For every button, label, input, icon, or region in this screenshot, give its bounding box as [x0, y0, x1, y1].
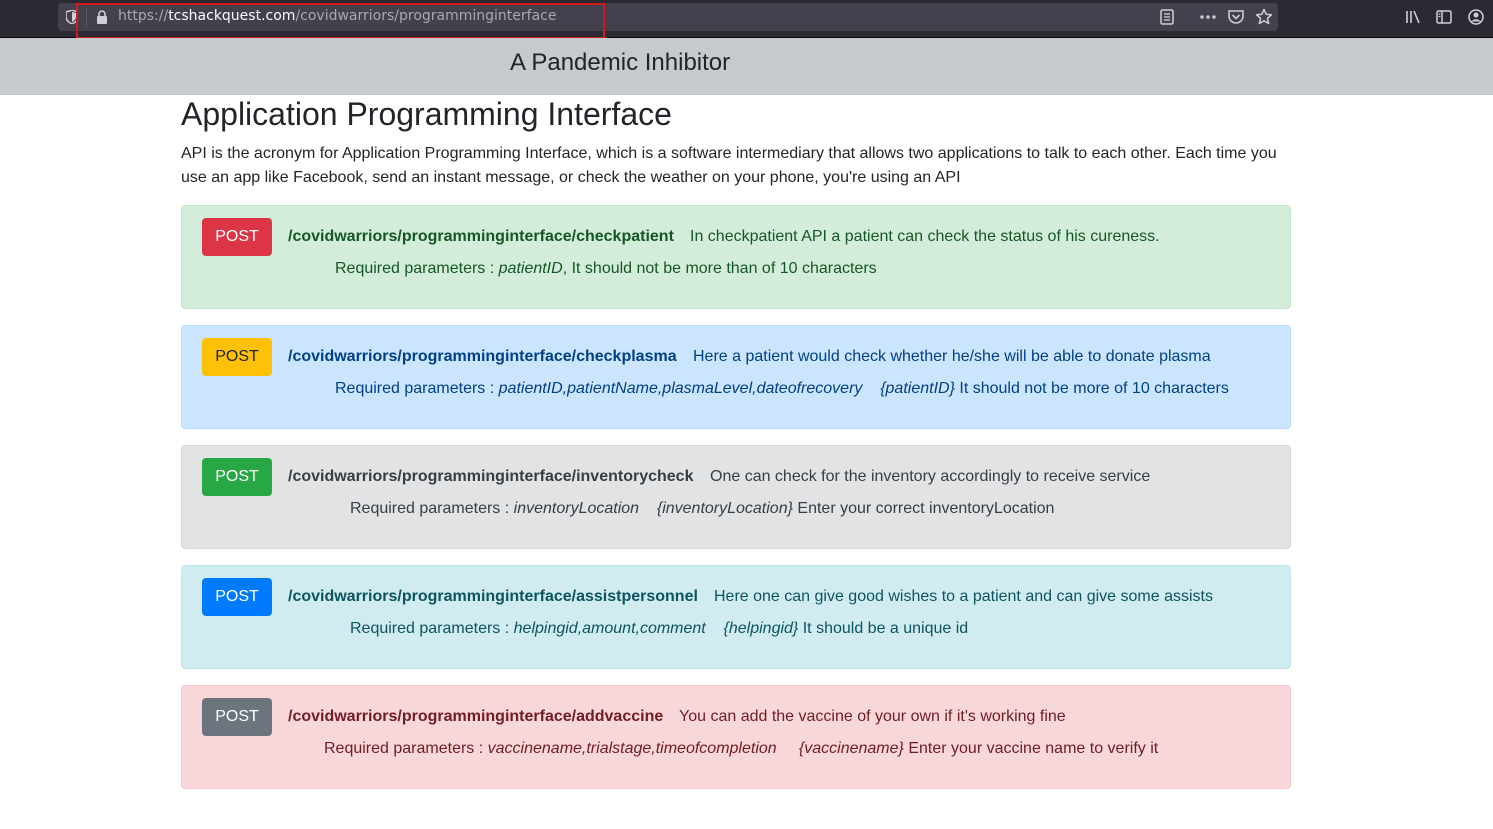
params-list: patientID: [498, 260, 563, 277]
library-icon[interactable]: [1404, 8, 1422, 26]
method-badge[interactable]: POST: [202, 338, 272, 376]
site-header: [0, 38, 1493, 95]
params-list: vaccinename,trialstage,timeofcompletion: [487, 740, 777, 757]
param-hint: {vaccinename}: [798, 740, 904, 757]
endpoint-card-inventorycheck: POST /covidwarriors/programminginterface…: [181, 445, 1291, 549]
endpoint-path[interactable]: /covidwarriors/programminginterface/assi…: [288, 588, 698, 606]
params-note: It should be a unique id: [802, 620, 969, 637]
endpoint-params: Required parameters : patientID, It shou…: [335, 260, 877, 278]
params-note: Enter your correct inventoryLocation: [797, 500, 1055, 517]
params-label: Required parameters :: [350, 500, 510, 517]
endpoint-description: One can check for the inventory accordin…: [710, 468, 1151, 485]
endpoint-path[interactable]: /covidwarriors/programminginterface/addv…: [288, 708, 663, 726]
endpoint-path[interactable]: /covidwarriors/programminginterface/chec…: [288, 348, 677, 366]
param-hint: {inventoryLocation}: [656, 500, 793, 517]
sidebar-icon[interactable]: [1435, 8, 1453, 26]
params-list: inventoryLocation: [513, 500, 640, 517]
endpoint-card-checkplasma: POST /covidwarriors/programminginterface…: [181, 325, 1291, 429]
param-hint: {helpingid}: [723, 620, 799, 637]
pocket-icon[interactable]: [1227, 8, 1245, 26]
more-icon[interactable]: [1199, 8, 1217, 26]
method-badge[interactable]: POST: [202, 578, 272, 616]
endpoint-card-addvaccine: POST /covidwarriors/programminginterface…: [181, 685, 1291, 789]
endpoint-params: Required parameters : helpingid,amount,c…: [350, 620, 968, 638]
endpoint-description: You can add the vaccine of your own if i…: [679, 708, 1066, 725]
url-highlight-annotation: [76, 3, 605, 39]
params-label: Required parameters :: [335, 380, 495, 397]
method-badge[interactable]: POST: [202, 698, 272, 736]
params-label: Required parameters :: [350, 620, 510, 637]
param-hint: {patientID}: [880, 380, 955, 397]
endpoint-params: Required parameters : vaccinename,trials…: [324, 740, 1158, 758]
intro-paragraph: API is the acronym for Application Progr…: [181, 145, 1277, 186]
params-note: It should not be more of 10 characters: [959, 380, 1229, 397]
params-note: , It should not be more than of 10 chara…: [562, 260, 877, 277]
endpoint-card-assistpersonnel: POST /covidwarriors/programminginterface…: [181, 565, 1291, 669]
endpoint-params: Required parameters : patientID,patientN…: [335, 380, 1229, 398]
method-badge[interactable]: POST: [202, 218, 272, 256]
method-badge[interactable]: POST: [202, 458, 272, 496]
params-list: helpingid,amount,comment: [513, 620, 706, 637]
page-title: Application Programming Interface: [181, 96, 672, 132]
bookmark-star-icon[interactable]: [1255, 8, 1273, 26]
endpoint-description: In checkpatient API a patient can check …: [690, 228, 1160, 245]
endpoint-card-checkpatient: POST /covidwarriors/programminginterface…: [181, 205, 1291, 309]
account-icon[interactable]: [1467, 8, 1485, 26]
params-list: patientID,patientName,plasmaLevel,dateof…: [498, 380, 863, 397]
params-label: Required parameters :: [335, 260, 495, 277]
site-title: A Pandemic Inhibitor: [510, 49, 731, 76]
params-label: Required parameters :: [324, 740, 484, 757]
endpoint-description: Here a patient would check whether he/sh…: [693, 348, 1211, 365]
params-note: Enter your vaccine name to verify it: [908, 740, 1159, 757]
endpoint-path[interactable]: /covidwarriors/programminginterface/inve…: [288, 468, 693, 486]
reader-view-icon[interactable]: [1158, 8, 1176, 26]
endpoint-description: Here one can give good wishes to a patie…: [714, 588, 1213, 605]
endpoint-params: Required parameters : inventoryLocation …: [350, 500, 1054, 518]
endpoint-path[interactable]: /covidwarriors/programminginterface/chec…: [288, 228, 674, 246]
